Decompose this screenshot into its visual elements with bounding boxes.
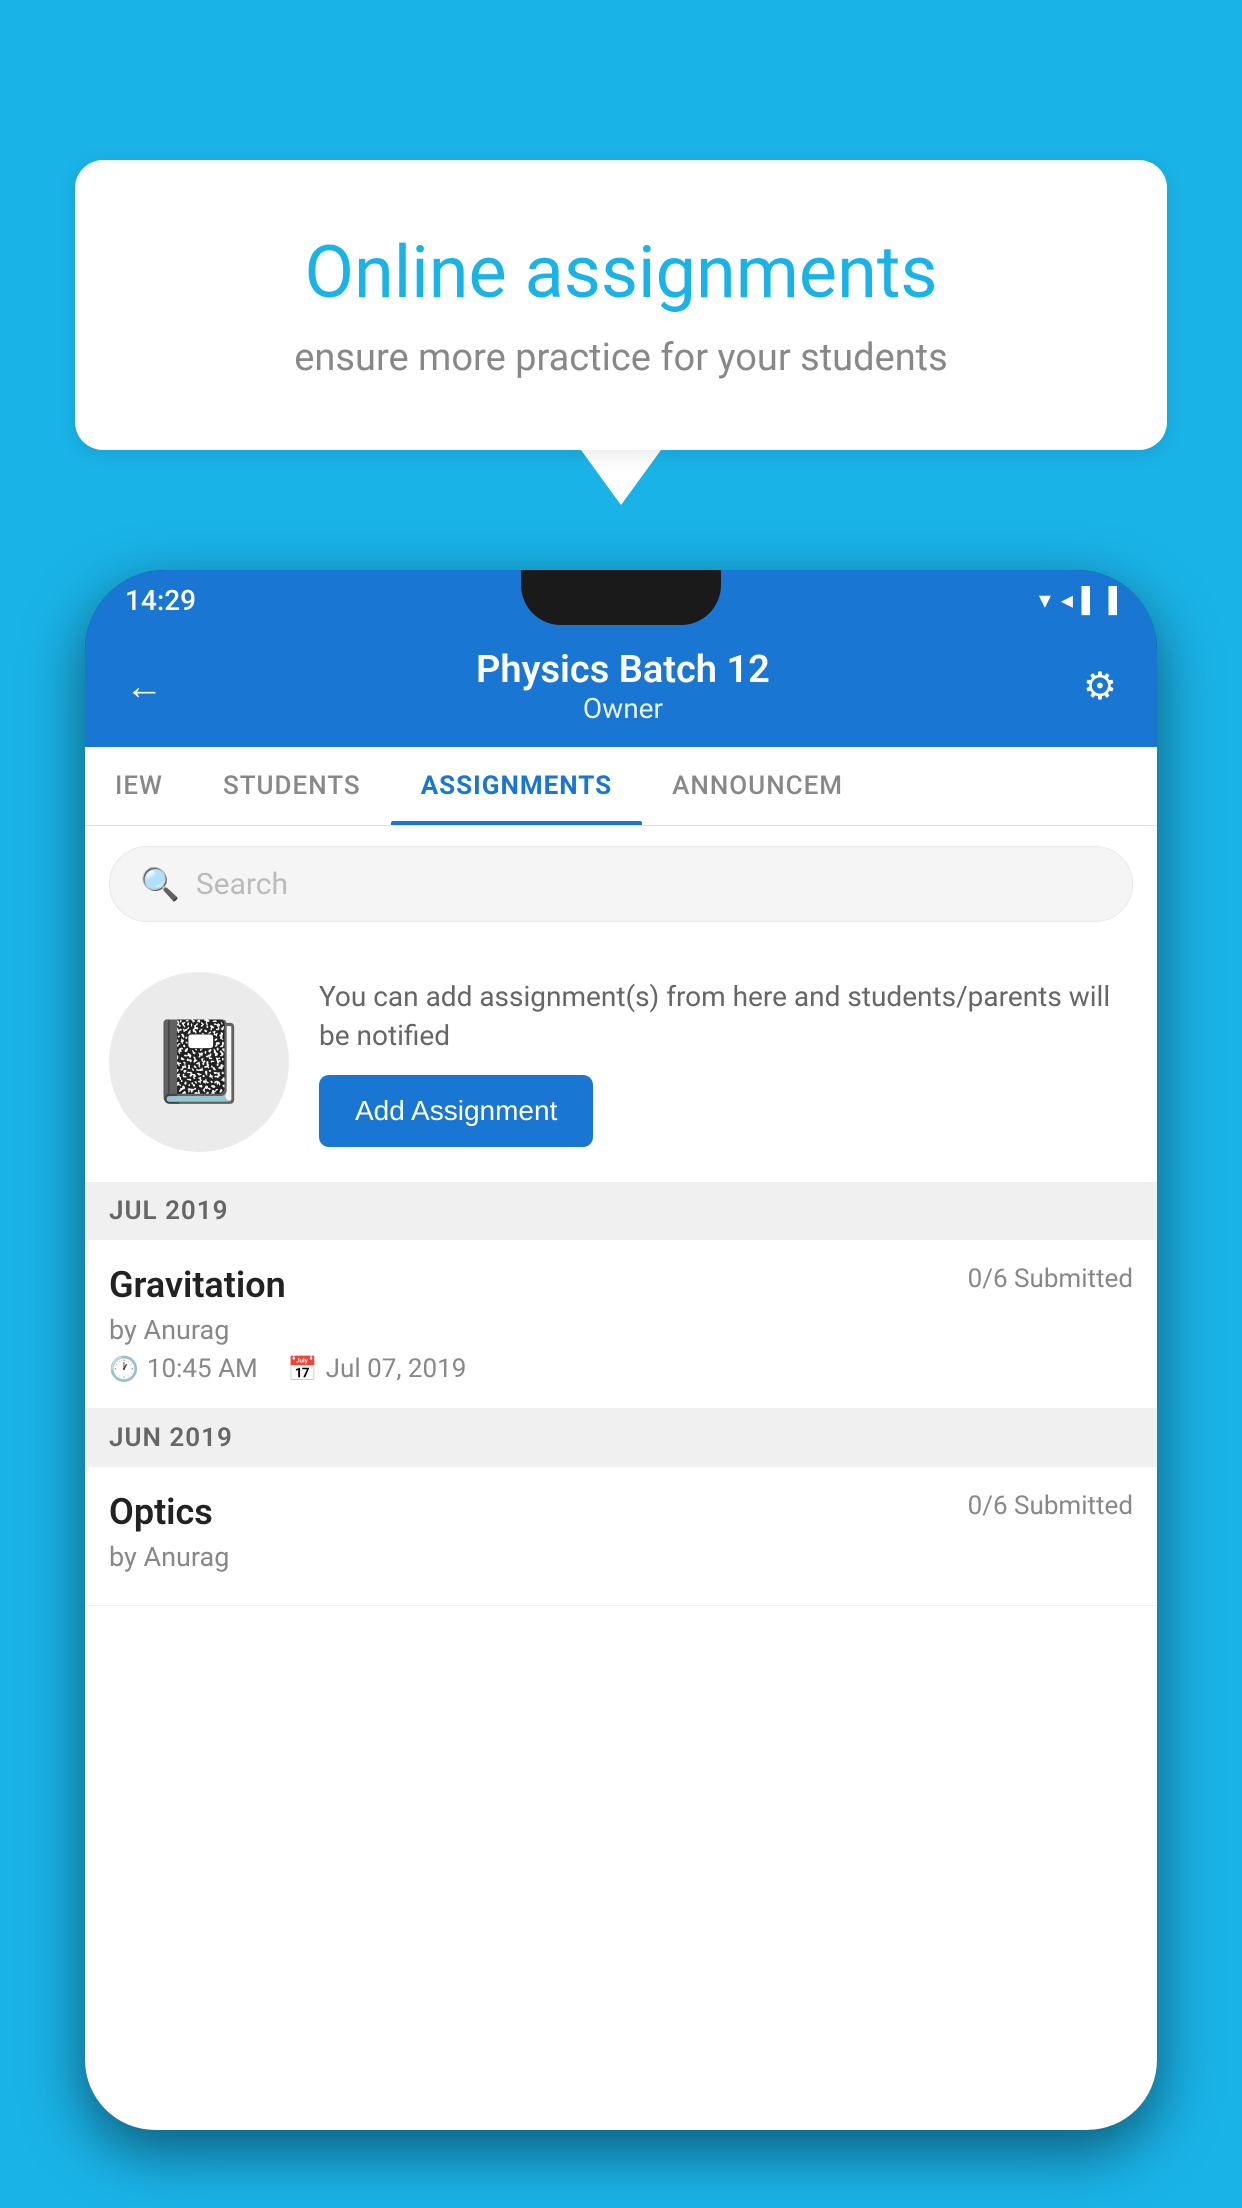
speech-bubble-title: Online assignments (155, 230, 1087, 316)
assignment-submitted-optics: 0/6 Submitted (968, 1491, 1133, 1521)
assignment-name-optics: Optics (109, 1491, 213, 1533)
gear-icon[interactable]: ⚙ (1083, 664, 1117, 709)
header-title: Physics Batch 12 (163, 648, 1083, 692)
header-subtitle: Owner (163, 692, 1083, 725)
tab-assignments[interactable]: ASSIGNMENTS (391, 747, 642, 825)
promo-text-area: You can add assignment(s) from here and … (319, 977, 1133, 1147)
promo-description: You can add assignment(s) from here and … (319, 977, 1133, 1055)
promo-section: 📓 You can add assignment(s) from here an… (85, 942, 1157, 1182)
assignment-item-gravitation[interactable]: Gravitation 0/6 Submitted by Anurag 🕐 10… (85, 1240, 1157, 1409)
assignment-author-gravitation: by Anurag (109, 1314, 1133, 1346)
assignment-time-gravitation: 🕐 10:45 AM (109, 1354, 258, 1384)
add-assignment-button[interactable]: Add Assignment (319, 1075, 593, 1147)
assignment-row-top: Gravitation 0/6 Submitted (109, 1264, 1133, 1306)
search-bar[interactable]: 🔍 Search (109, 846, 1133, 922)
assignment-author-optics: by Anurag (109, 1541, 1133, 1573)
phone-container: 14:29 ▾ ◂▐ ▐ ← Physics Batch 12 Owner ⚙ … (85, 570, 1157, 2208)
header-center: Physics Batch 12 Owner (163, 648, 1083, 725)
tab-iew[interactable]: IEW (85, 747, 193, 825)
search-icon: 🔍 (140, 865, 180, 903)
screen-content: 🔍 Search 📓 You can add assignment(s) fro… (85, 826, 1157, 2130)
phone-frame: 14:29 ▾ ◂▐ ▐ ← Physics Batch 12 Owner ⚙ … (85, 570, 1157, 2130)
phone-notch (521, 570, 721, 625)
assignment-name-gravitation: Gravitation (109, 1264, 286, 1306)
assignment-row-top-optics: Optics 0/6 Submitted (109, 1491, 1133, 1533)
battery-icon: ▐ (1100, 586, 1117, 615)
tab-announcements[interactable]: ANNOUNCEM (642, 747, 873, 825)
speech-bubble-subtitle: ensure more practice for your students (155, 336, 1087, 380)
promo-icon-circle: 📓 (109, 972, 289, 1152)
calendar-icon: 📅 (288, 1355, 318, 1383)
back-button[interactable]: ← (125, 665, 163, 709)
speech-bubble: Online assignments ensure more practice … (75, 160, 1167, 450)
assignment-submitted-gravitation: 0/6 Submitted (968, 1264, 1133, 1294)
wifi-icon: ▾ (1039, 586, 1051, 614)
section-header-jul: JUL 2019 (85, 1182, 1157, 1240)
assignment-date-gravitation: 📅 Jul 07, 2019 (288, 1354, 467, 1384)
signal-icon: ◂▐ (1061, 586, 1090, 615)
status-icons: ▾ ◂▐ ▐ (1039, 586, 1117, 615)
speech-bubble-container: Online assignments ensure more practice … (75, 160, 1167, 505)
status-time: 14:29 (125, 584, 196, 617)
clock-icon: 🕐 (109, 1355, 139, 1383)
notebook-icon: 📓 (149, 1015, 249, 1109)
tab-bar: IEW STUDENTS ASSIGNMENTS ANNOUNCEM (85, 747, 1157, 826)
section-header-jun: JUN 2019 (85, 1409, 1157, 1467)
search-placeholder: Search (196, 867, 288, 902)
speech-bubble-arrow (581, 450, 661, 505)
tab-students[interactable]: STUDENTS (193, 747, 391, 825)
app-header: ← Physics Batch 12 Owner ⚙ (85, 630, 1157, 747)
assignment-meta-gravitation: 🕐 10:45 AM 📅 Jul 07, 2019 (109, 1354, 1133, 1384)
assignment-item-optics[interactable]: Optics 0/6 Submitted by Anurag (85, 1467, 1157, 1606)
